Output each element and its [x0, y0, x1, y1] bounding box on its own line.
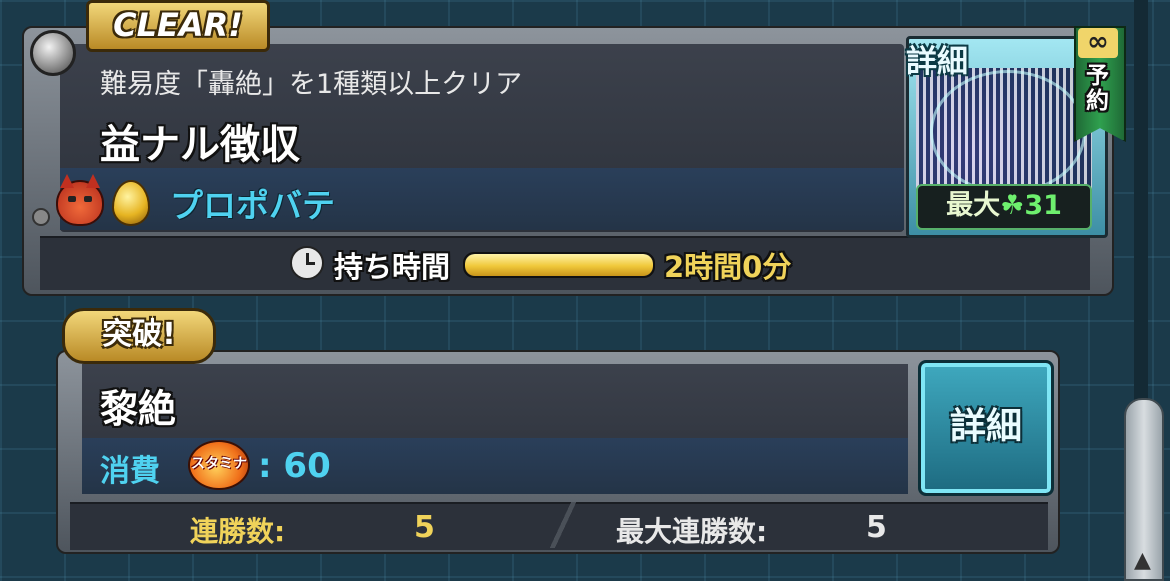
reservation-label: 予約 — [1086, 63, 1109, 114]
stage-name: 黎絶 — [100, 387, 177, 431]
screw-icon — [32, 208, 50, 226]
portrait-detail-label[interactable]: 詳細 — [906, 36, 968, 81]
clear-badge: CLEAR! — [86, 0, 270, 52]
cost-label: 消費 — [100, 454, 160, 489]
max-win-streak-value: 5 — [866, 510, 887, 545]
grip-icon: ▲ — [1134, 548, 1151, 573]
stamina-icon: スタミナ — [188, 440, 250, 490]
stamina-cost-value: : 60 — [258, 446, 331, 486]
time-limit-value: 2時間0分 — [664, 250, 792, 284]
detail-button[interactable]: 詳細 — [918, 360, 1054, 496]
win-streak-label: 連勝数: — [190, 515, 286, 548]
time-progress-fill — [465, 254, 653, 276]
breakthrough-badge: 突破! — [62, 308, 216, 364]
gold-egg-icon — [112, 180, 150, 226]
max-label: 最大 — [946, 190, 1001, 221]
win-streak-value: 5 — [414, 510, 435, 545]
monster-name: プロポバテ — [170, 186, 335, 225]
time-progress-bar — [463, 252, 655, 278]
max-clover-count: 31 — [1024, 190, 1062, 221]
clover-icon: ☘ — [1000, 190, 1025, 221]
clock-icon — [290, 246, 324, 280]
quest-name: 益ナル徴収 — [100, 122, 300, 168]
time-limit-label: 持ち時間 — [334, 250, 451, 284]
portrait-ring — [930, 70, 1086, 194]
devil-element-icon — [56, 174, 104, 226]
max-win-streak-label: 最大連勝数: — [616, 515, 768, 548]
stats-divider — [548, 502, 578, 548]
infinity-icon: ∞ — [1078, 28, 1118, 58]
max-clover-badge: 最大☘31 — [916, 184, 1092, 230]
clear-condition: 難易度「轟絶」を1種類以上クリア — [100, 69, 523, 100]
pin-icon — [30, 30, 76, 76]
